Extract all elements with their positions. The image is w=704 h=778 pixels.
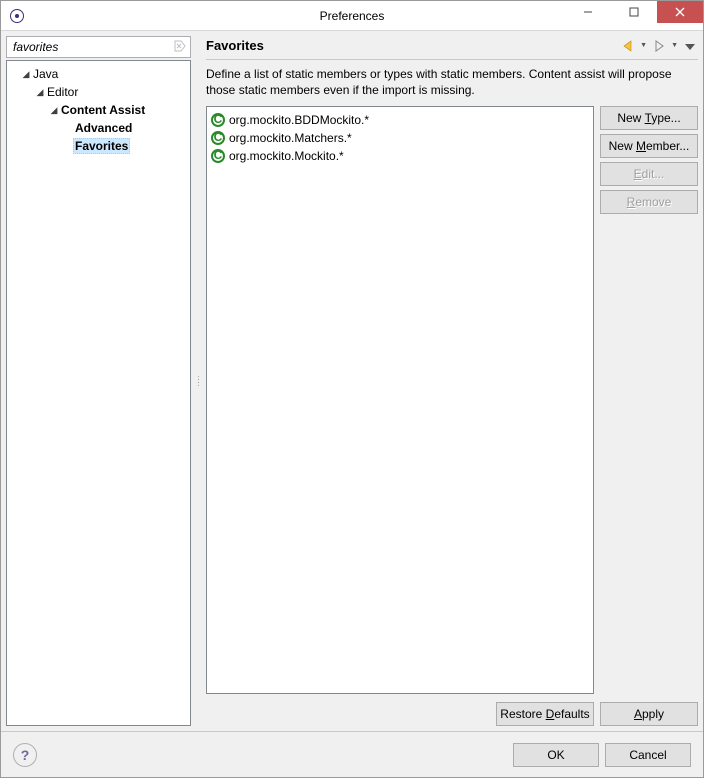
list-item-label: org.mockito.BDDMockito.* [229, 113, 369, 127]
clear-filter-icon[interactable] [174, 40, 186, 55]
new-type-button[interactable]: New Type... [600, 106, 698, 130]
content-row: Corg.mockito.BDDMockito.*Corg.mockito.Ma… [206, 106, 698, 694]
page-description: Define a list of static members or types… [206, 60, 698, 106]
favorites-list[interactable]: Corg.mockito.BDDMockito.*Corg.mockito.Ma… [206, 106, 594, 694]
minimize-button[interactable] [565, 1, 611, 23]
left-pane: ◢Java◢Editor◢Content AssistAdvancedFavor… [6, 36, 191, 726]
tree-item[interactable]: ◢Java [7, 65, 190, 83]
restore-defaults-button[interactable]: Restore Defaults [496, 702, 594, 726]
tree-item-label: Java [31, 67, 60, 81]
tree-arrow-icon[interactable]: ◢ [35, 87, 45, 98]
ok-button[interactable]: OK [513, 743, 599, 767]
filter-box[interactable] [6, 36, 191, 58]
bottom-row: Restore Defaults Apply [206, 694, 698, 726]
apply-button[interactable]: Apply [600, 702, 698, 726]
cancel-button[interactable]: Cancel [605, 743, 691, 767]
history-toolbar: ▼ ▼ [620, 38, 698, 54]
right-pane: Favorites ▼ ▼ Define a list of static me… [206, 36, 698, 726]
filter-input[interactable] [11, 39, 174, 55]
page-title: Favorites [206, 38, 620, 53]
svg-text:C: C [214, 131, 223, 144]
tree-item-label: Advanced [73, 121, 134, 135]
class-type-icon: C [211, 149, 225, 163]
list-item-label: org.mockito.Matchers.* [229, 131, 352, 145]
window-title: Preferences [320, 9, 385, 23]
split-handle[interactable]: ···· [196, 36, 201, 726]
view-menu-icon[interactable] [682, 38, 698, 54]
titlebar: Preferences [1, 1, 703, 31]
body: ◢Java◢Editor◢Content AssistAdvancedFavor… [1, 31, 703, 731]
list-item-label: org.mockito.Mockito.* [229, 149, 344, 163]
tree-arrow-icon[interactable]: ◢ [21, 69, 31, 80]
side-buttons: New Type... New Member... Edit... Remove [600, 106, 698, 694]
edit-button[interactable]: Edit... [600, 162, 698, 186]
footer: ? OK Cancel [1, 731, 703, 777]
tree-item-label: Editor [45, 85, 80, 99]
forward-icon[interactable] [651, 38, 667, 54]
tree-item[interactable]: Advanced [7, 119, 190, 137]
preferences-window: Preferences ◢Java◢Editor◢Content AssistA… [0, 0, 704, 778]
titlebar-buttons [565, 1, 703, 30]
list-item[interactable]: Corg.mockito.Mockito.* [211, 147, 589, 165]
forward-dropdown-icon[interactable]: ▼ [669, 42, 680, 49]
maximize-button[interactable] [611, 1, 657, 23]
list-item[interactable]: Corg.mockito.BDDMockito.* [211, 111, 589, 129]
app-icon [9, 8, 25, 24]
tree-item[interactable]: ◢Editor [7, 83, 190, 101]
tree-item[interactable]: Favorites [7, 137, 190, 155]
page-header: Favorites ▼ ▼ [206, 36, 698, 60]
class-type-icon: C [211, 113, 225, 127]
svg-text:C: C [214, 113, 223, 126]
tree-arrow-icon[interactable]: ◢ [49, 105, 59, 116]
tree-item-label: Favorites [73, 138, 130, 154]
tree-item-label: Content Assist [59, 103, 147, 117]
back-dropdown-icon[interactable]: ▼ [638, 42, 649, 49]
class-type-icon: C [211, 131, 225, 145]
tree-item[interactable]: ◢Content Assist [7, 101, 190, 119]
remove-button[interactable]: Remove [600, 190, 698, 214]
list-item[interactable]: Corg.mockito.Matchers.* [211, 129, 589, 147]
new-member-button[interactable]: New Member... [600, 134, 698, 158]
svg-text:C: C [214, 149, 223, 162]
back-icon[interactable] [620, 38, 636, 54]
close-button[interactable] [657, 1, 703, 23]
nav-tree[interactable]: ◢Java◢Editor◢Content AssistAdvancedFavor… [6, 60, 191, 726]
help-icon[interactable]: ? [13, 743, 37, 767]
